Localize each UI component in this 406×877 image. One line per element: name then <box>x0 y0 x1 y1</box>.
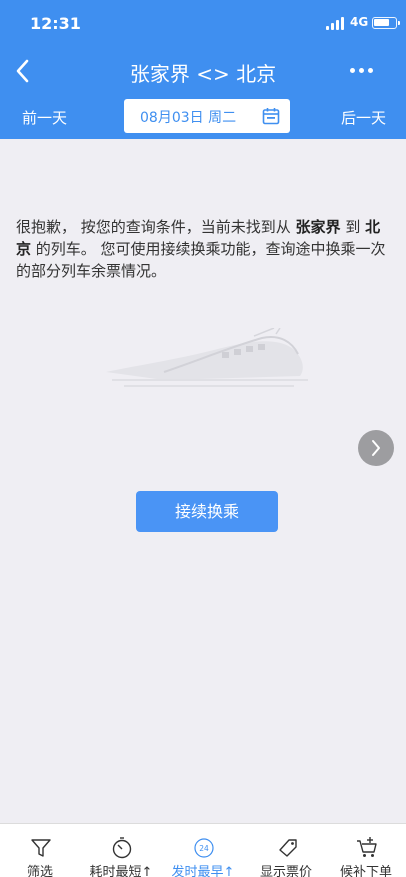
tab-duration-label: 耗时最短↑ <box>89 865 153 877</box>
no-result-message: 很抱歉， 按您的查询条件，当前未找到从 张家界 到 北京 的列车。 您可使用接续… <box>16 218 386 280</box>
date-picker[interactable]: 08月03日 周二 <box>124 99 290 133</box>
clock-24-icon: 24 <box>194 838 214 858</box>
status-bar: 12:31 4G <box>0 0 406 46</box>
tab-departure-label: 发时最早↑ <box>171 865 235 877</box>
next-day-button[interactable]: 后一天 <box>341 107 386 128</box>
svg-text:24: 24 <box>199 844 209 853</box>
calendar-icon <box>262 108 280 125</box>
tab-filter-label: 筛选 <box>26 865 53 877</box>
price-tag-icon <box>279 839 297 857</box>
prev-day-button[interactable]: 前一天 <box>22 107 67 128</box>
train-illustration-icon <box>106 328 308 387</box>
signal-icon <box>326 17 346 30</box>
transfer-search-button[interactable]: 接续换乘 <box>136 491 278 532</box>
tab-filter[interactable]: 筛选 <box>0 824 81 877</box>
back-button[interactable] <box>10 56 38 86</box>
status-time: 12:31 <box>30 14 81 33</box>
page-title: 张家界 <> 北京 <box>129 62 277 86</box>
timer-icon <box>112 837 132 859</box>
tab-show-price-label: 显示票价 <box>259 865 312 877</box>
tab-waitlist-label: 候补下单 <box>339 865 392 877</box>
tab-departure-sort[interactable]: 24 发时最早↑ <box>162 824 244 877</box>
from-station: 张家界 <box>295 218 341 236</box>
network-type: 4G <box>350 15 369 29</box>
more-icon-dot <box>359 68 364 73</box>
tab-duration-sort[interactable]: 耗时最短↑ <box>80 824 162 877</box>
more-menu-button[interactable] <box>344 62 380 78</box>
battery-icon <box>372 17 400 29</box>
bottom-toolbar: 筛选 耗时最短↑ 24 发时最早↑ 显示票价 候补下单 <box>0 823 406 877</box>
tab-show-price[interactable]: 显示票价 <box>245 824 327 877</box>
cart-plus-icon <box>357 837 377 857</box>
tab-waitlist[interactable]: 候补下单 <box>325 824 406 877</box>
more-icon-dot <box>368 68 373 73</box>
chevron-right-icon <box>372 440 380 456</box>
more-icon-dot <box>350 68 355 73</box>
selected-date: 08月03日 周二 <box>140 110 237 126</box>
next-page-button[interactable] <box>358 430 394 466</box>
filter-icon <box>31 839 51 857</box>
chevron-left-icon <box>16 59 29 83</box>
header: 12:31 4G 张家界 <> 北京 前一天 08月03日 周二 后一天 <box>0 0 406 139</box>
